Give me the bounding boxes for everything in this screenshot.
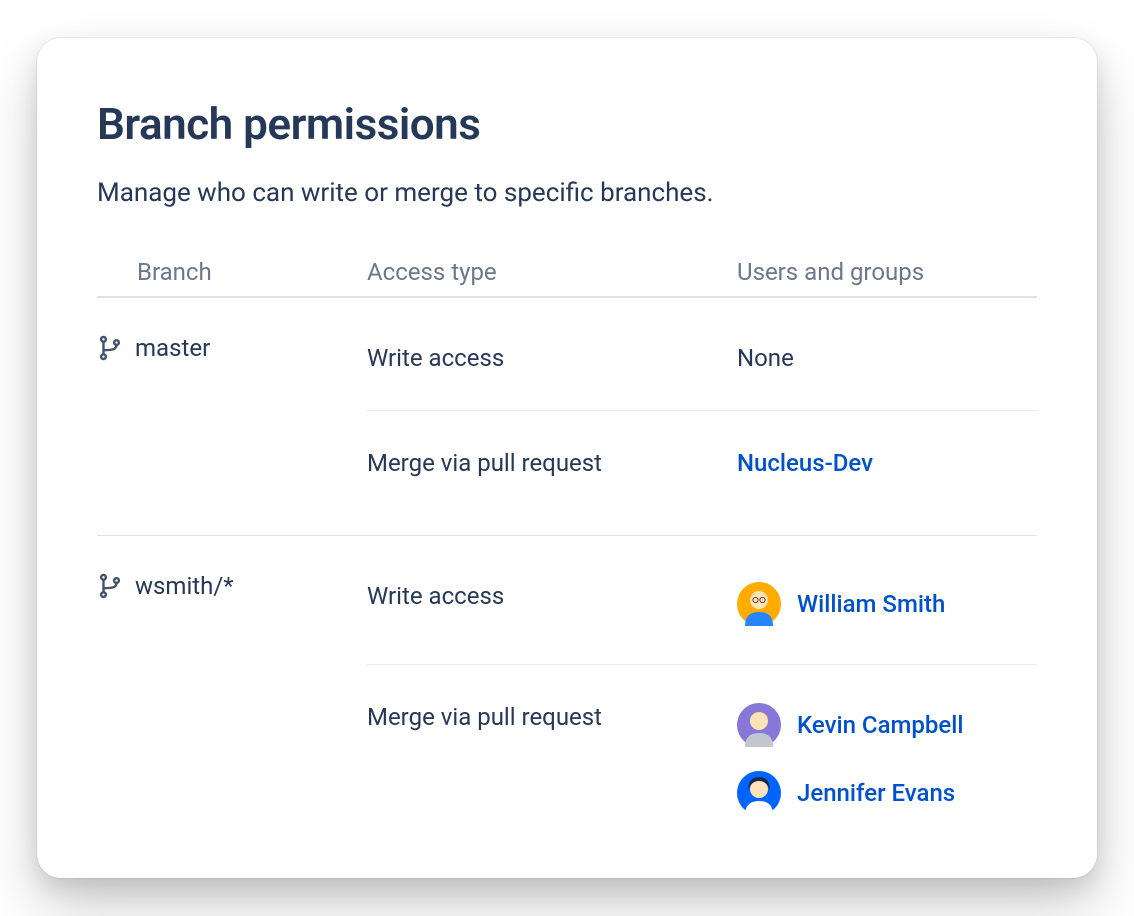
table-header-row: Branch Access type Users and groups [97,248,1037,298]
page-subtitle: Manage who can write or merge to specifi… [97,178,1037,208]
branch-cell: wsmith/* [97,572,367,600]
users-cell: Nucleus-Dev [737,439,1037,487]
users-cell: Kevin Campbell Jennifer Evans [737,693,1037,825]
branch-group-wsmith: wsmith/* Write access W [97,536,1037,873]
page-title: Branch permissions [97,98,1037,150]
branch-permissions-card: Branch permissions Manage who can write … [37,38,1097,878]
user-link[interactable]: William Smith [737,576,1037,632]
branch-name: master [135,334,210,362]
user-label: Jennifer Evans [797,779,955,807]
column-header-users: Users and groups [737,258,1037,286]
row-divider [367,410,1037,411]
branch-name: wsmith/* [135,572,234,600]
branch-icon [97,573,123,599]
user-label: Kevin Campbell [797,711,964,739]
branch-group-master: master Write access None Merge via pull … [97,298,1037,536]
access-type-label: Write access [367,572,737,620]
table-row: Merge via pull request Nucleus-Dev [97,431,1037,495]
users-none-label: None [737,338,1037,378]
column-header-access: Access type [367,258,737,286]
access-type-label: Merge via pull request [367,439,737,487]
user-label: William Smith [797,590,945,618]
users-cell: William Smith [737,572,1037,636]
table-row: master Write access None [97,326,1037,390]
row-divider [367,664,1037,665]
column-header-branch: Branch [97,258,367,286]
users-cell: None [737,334,1037,382]
access-type-label: Merge via pull request [367,693,737,741]
avatar [737,582,781,626]
table-row: Merge via pull request Kevin Campbell [97,685,1037,833]
avatar [737,703,781,747]
user-link[interactable]: Jennifer Evans [737,765,1037,821]
branch-cell-empty [97,439,367,440]
access-type-label: Write access [367,334,737,382]
table-row: wsmith/* Write access W [97,564,1037,644]
group-label: Nucleus-Dev [737,449,873,477]
user-link[interactable]: Kevin Campbell [737,697,1037,753]
branch-cell-empty [97,693,367,694]
group-link[interactable]: Nucleus-Dev [737,443,1037,483]
branch-icon [97,335,123,361]
avatar [737,771,781,815]
branch-cell: master [97,334,367,362]
